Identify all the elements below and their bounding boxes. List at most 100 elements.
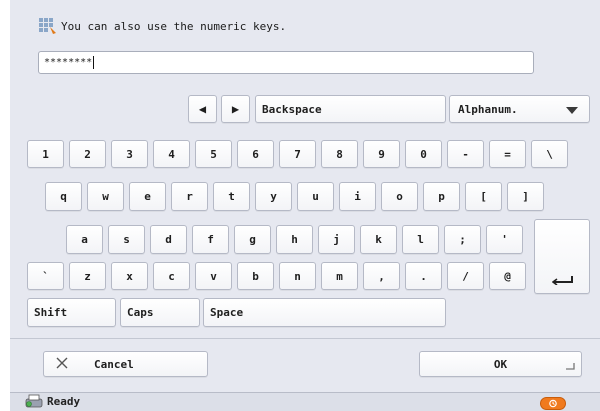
enter-key[interactable] xyxy=(534,219,590,294)
key-label: / xyxy=(462,269,469,283)
key-label: j xyxy=(333,233,340,246)
cursor-right-button[interactable]: ▶ xyxy=(221,95,250,123)
ok-label: OK xyxy=(493,357,508,371)
key-label: ; xyxy=(459,233,466,246)
key-row2-11[interactable]: ] xyxy=(507,182,544,211)
key-row1-10[interactable]: - xyxy=(447,140,484,168)
key-label: t xyxy=(228,190,235,203)
key-label: c xyxy=(168,269,175,283)
key-row3-5[interactable]: h xyxy=(276,225,313,254)
key-row4-3[interactable]: c xyxy=(153,262,190,290)
key-row1-0[interactable]: 1 xyxy=(27,140,64,168)
cancel-button[interactable]: Cancel xyxy=(43,351,208,377)
printer-status-icon xyxy=(25,394,43,408)
numeric-keypad-icon xyxy=(39,18,56,34)
left-arrow-icon: ◀ xyxy=(198,102,207,116)
clock-icon xyxy=(549,399,557,408)
key-row1-7[interactable]: 8 xyxy=(321,140,358,168)
key-row3-2[interactable]: d xyxy=(150,225,187,254)
key-label: w xyxy=(102,190,109,203)
key-label: p xyxy=(438,190,445,203)
key-row1-4[interactable]: 5 xyxy=(195,140,232,168)
key-row1-6[interactable]: 7 xyxy=(279,140,316,168)
text-caret xyxy=(93,56,95,69)
key-label: @ xyxy=(504,269,511,283)
key-row3-4[interactable]: g xyxy=(234,225,271,254)
key-row1-9[interactable]: 0 xyxy=(405,140,442,168)
key-row4-9[interactable]: . xyxy=(405,262,442,290)
key-row2-7[interactable]: i xyxy=(339,182,376,211)
key-row3-7[interactable]: k xyxy=(360,225,397,254)
key-row3-8[interactable]: l xyxy=(402,225,439,254)
key-row4-8[interactable]: , xyxy=(363,262,400,290)
key-row3-3[interactable]: f xyxy=(192,225,229,254)
key-label: ] xyxy=(522,190,529,203)
key-row1-5[interactable]: 6 xyxy=(237,140,274,168)
key-label: z xyxy=(84,269,91,283)
key-label: k xyxy=(375,233,382,246)
hint-text: You can also use the numeric keys. xyxy=(61,19,287,33)
key-row2-10[interactable]: [ xyxy=(465,182,502,211)
status-text: Ready xyxy=(47,395,81,408)
status-bar: Ready xyxy=(10,392,600,411)
key-label: e xyxy=(144,190,151,203)
key-row4-1[interactable]: z xyxy=(69,262,106,290)
key-label: b xyxy=(252,269,259,283)
key-label: n xyxy=(294,269,301,283)
space-label: Space xyxy=(210,306,244,319)
key-label: y xyxy=(270,190,277,203)
key-label: 7 xyxy=(294,147,301,161)
key-row1-11[interactable]: = xyxy=(489,140,526,168)
cursor-left-button[interactable]: ◀ xyxy=(188,95,217,123)
key-row2-5[interactable]: y xyxy=(255,182,292,211)
key-label: a xyxy=(81,233,88,246)
key-row2-2[interactable]: e xyxy=(129,182,166,211)
shift-key[interactable]: Shift xyxy=(27,298,116,327)
key-row4-7[interactable]: m xyxy=(321,262,358,290)
caps-key[interactable]: Caps xyxy=(120,298,200,327)
key-label: d xyxy=(165,233,172,246)
key-row3-6[interactable]: j xyxy=(318,225,355,254)
key-row2-8[interactable]: o xyxy=(381,182,418,211)
footer-divider xyxy=(10,338,600,339)
key-row4-0[interactable]: ` xyxy=(27,262,64,290)
key-row1-1[interactable]: 2 xyxy=(69,140,106,168)
key-row2-6[interactable]: u xyxy=(297,182,334,211)
key-row1-12[interactable]: \ xyxy=(531,140,568,168)
keyboard-screen: You can also use the numeric keys. *****… xyxy=(10,0,600,411)
key-row4-11[interactable]: @ xyxy=(489,262,526,290)
key-label: f xyxy=(207,233,214,246)
key-row2-1[interactable]: w xyxy=(87,182,124,211)
backspace-button[interactable]: Backspace xyxy=(255,95,446,123)
key-row4-6[interactable]: n xyxy=(279,262,316,290)
input-mode-dropdown[interactable]: Alphanum. xyxy=(449,95,590,123)
key-row1-8[interactable]: 9 xyxy=(363,140,400,168)
key-label: 5 xyxy=(210,147,217,161)
key-row2-3[interactable]: r xyxy=(171,182,208,211)
key-row1-2[interactable]: 3 xyxy=(111,140,148,168)
ok-button[interactable]: OK xyxy=(419,351,582,377)
key-label: 0 xyxy=(420,147,427,161)
input-mode-value: Alphanum. xyxy=(458,102,518,116)
key-row1-3[interactable]: 4 xyxy=(153,140,190,168)
key-row4-4[interactable]: v xyxy=(195,262,232,290)
key-row4-5[interactable]: b xyxy=(237,262,274,290)
key-row4-10[interactable]: / xyxy=(447,262,484,290)
space-key[interactable]: Space xyxy=(203,298,446,327)
key-row2-0[interactable]: q xyxy=(45,182,82,211)
chevron-down-icon xyxy=(566,107,578,114)
password-entry-field[interactable]: ******** xyxy=(38,51,534,74)
key-row3-9[interactable]: ; xyxy=(444,225,481,254)
key-label: = xyxy=(504,147,511,161)
key-row3-1[interactable]: s xyxy=(108,225,145,254)
status-monitor-button[interactable] xyxy=(540,397,566,410)
key-row3-0[interactable]: a xyxy=(66,225,103,254)
key-label: 2 xyxy=(84,147,91,161)
key-row4-2[interactable]: x xyxy=(111,262,148,290)
key-row2-9[interactable]: p xyxy=(423,182,460,211)
key-label: u xyxy=(312,190,319,203)
key-row3-10[interactable]: ' xyxy=(486,225,523,254)
confirm-corner-icon xyxy=(566,363,575,370)
key-row2-4[interactable]: t xyxy=(213,182,250,211)
key-label: - xyxy=(462,147,469,161)
